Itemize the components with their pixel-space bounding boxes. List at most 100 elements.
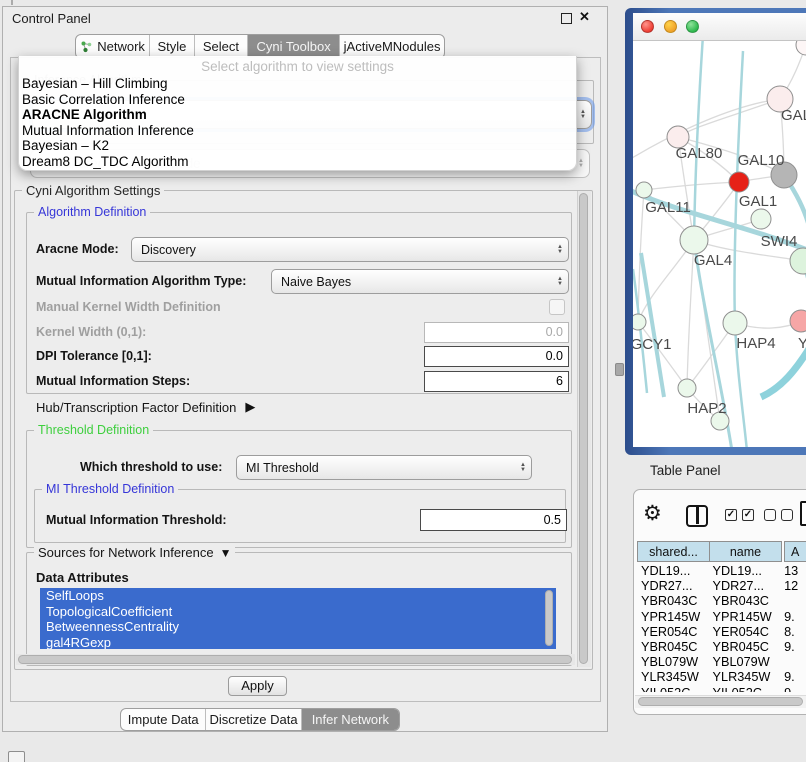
cell-shared-name: YIL052C — [637, 686, 711, 693]
node-swi4[interactable] — [790, 248, 806, 274]
zoom-window-icon[interactable] — [686, 20, 699, 33]
new-table-document-icon[interactable] — [800, 501, 806, 526]
mi-threshold-group-title: MI Threshold Definition — [42, 482, 178, 496]
manual-kernel-label: Manual Kernel Width Definition — [36, 300, 221, 314]
select-all-checkbox-icon[interactable]: ✓ — [742, 509, 754, 521]
attribute-item-selected[interactable]: SelfLoops — [40, 588, 556, 604]
attribute-item-selected[interactable]: TopologicalCoefficient — [40, 604, 556, 620]
collapsed-panel-icon[interactable] — [8, 751, 25, 762]
dropdown-item[interactable]: Dream8 DC_TDC Algorithm — [19, 154, 576, 170]
node-label: GAL1 — [739, 193, 777, 210]
cell-shared-name: YBR045C — [637, 640, 711, 655]
cell-value — [782, 594, 806, 609]
kernel-width-label: Kernel Width (0,1): — [36, 325, 146, 339]
network-window-titlebar[interactable] — [633, 13, 806, 41]
network-view-canvas[interactable]: GAL GAL80 GAL10 GAL11 GAL1 SWI4 GAL4 GCY… — [633, 41, 806, 447]
cell-value: 9. — [782, 640, 806, 655]
node-gal4[interactable] — [680, 226, 708, 254]
settings-vscrollbar-thumb[interactable] — [579, 193, 588, 664]
manual-kernel-checkbox[interactable] — [549, 299, 565, 315]
dropdown-item-selected[interactable]: ARACNE Algorithm — [19, 107, 576, 123]
tab-infer-network[interactable]: Infer Network — [301, 709, 399, 730]
node-gcy1[interactable] — [633, 314, 646, 330]
attribute-item-selected[interactable]: BetweennessCentrality — [40, 619, 556, 635]
cell-name: YER054C — [711, 625, 783, 640]
control-panel-title: Control Panel — [12, 11, 91, 26]
cell-shared-name: YBR043C — [637, 594, 711, 609]
cell-value: 9. — [782, 670, 806, 685]
table-row[interactable]: YDL19... YDL19... 13 — [637, 564, 806, 579]
column-header-name[interactable]: name — [709, 541, 782, 562]
dropdown-item[interactable]: Bayesian – Hill Climbing — [19, 76, 576, 92]
node-gal10-red[interactable] — [729, 172, 749, 192]
table-row[interactable]: YBL079W YBL079W — [637, 655, 806, 670]
attribute-item-selected[interactable]: gal4RGexp — [40, 635, 556, 650]
dropdown-item[interactable]: Mutual Information Inference — [19, 123, 576, 139]
column-header-shared-name[interactable]: shared... — [637, 541, 710, 562]
tab-cyni-toolbox[interactable]: Cyni Toolbox — [247, 35, 339, 58]
tab-select[interactable]: Select — [194, 35, 247, 58]
which-threshold-combo[interactable]: MI Threshold ▲▼ — [236, 455, 532, 480]
column-header-partial[interactable]: A — [784, 541, 806, 562]
float-panel-icon[interactable] — [561, 13, 572, 24]
mi-type-combo[interactable]: Naive Bayes ▲▼ — [271, 269, 569, 294]
node-label: GCY1 — [633, 336, 671, 353]
split-columns-icon[interactable] — [686, 505, 708, 527]
table-row[interactable]: YBR043C YBR043C — [637, 594, 806, 609]
tab-jactivemnodules[interactable]: jActiveMNodules — [339, 35, 444, 58]
top-edge-tick — [11, 0, 13, 5]
node-hap2[interactable] — [678, 379, 696, 397]
sources-group-title[interactable]: Sources for Network Inference ▼ — [34, 545, 235, 560]
node-label: GAL — [781, 107, 806, 124]
cell-shared-name: YDL19... — [637, 564, 711, 579]
close-panel-icon[interactable]: ✕ — [579, 9, 590, 25]
node-label: SWI4 — [761, 233, 798, 250]
table-body: YDL19... YDL19... 13 YDR27... YDR27... 1… — [637, 564, 806, 692]
cell-value: 9. — [782, 686, 806, 693]
select-all-checkbox-icon[interactable]: ✓ — [725, 509, 737, 521]
table-row[interactable]: YER054C YER054C 8. — [637, 625, 806, 640]
tab-network[interactable]: Network — [76, 35, 149, 58]
settings-hscrollbar-thumb[interactable] — [18, 655, 572, 664]
node-label: HAP2 — [687, 400, 726, 417]
table-row[interactable]: YIL052C YIL052C 9. — [637, 686, 806, 693]
minimize-window-icon[interactable] — [664, 20, 677, 33]
mi-threshold-label: Mutual Information Threshold: — [46, 513, 227, 527]
dropdown-item[interactable]: Bayesian – K2 — [19, 138, 576, 154]
dropdown-item[interactable]: Basic Correlation Inference — [19, 92, 576, 108]
node-gal11[interactable] — [636, 182, 652, 198]
dropdown-prompt: Select algorithm to view settings — [19, 58, 576, 76]
node-y[interactable] — [790, 310, 806, 332]
deselect-all-checkbox-icon[interactable] — [764, 509, 776, 521]
table-panel-title: Table Panel — [650, 463, 721, 478]
tab-infer-network-label: Infer Network — [312, 712, 389, 727]
panel-divider-handle[interactable] — [615, 363, 624, 376]
attributes-vscrollbar-thumb[interactable] — [545, 590, 553, 646]
mi-steps-field[interactable]: 6 — [424, 371, 569, 392]
stepper-icon: ▲▼ — [575, 110, 591, 120]
tab-select-label: Select — [203, 39, 239, 54]
mi-threshold-field[interactable]: 0.5 — [420, 509, 567, 531]
tab-impute-data[interactable]: Impute Data — [121, 709, 205, 730]
hub-definition-expander[interactable]: Hub/Transcription Factor Definition ▶ — [36, 399, 255, 415]
deselect-all-checkbox-icon[interactable] — [781, 509, 793, 521]
aracne-mode-value: Discovery — [132, 243, 552, 257]
node-gal1[interactable] — [751, 209, 771, 229]
node-hap4[interactable] — [723, 311, 747, 335]
close-window-icon[interactable] — [641, 20, 654, 33]
aracne-mode-combo[interactable]: Discovery ▲▼ — [131, 237, 569, 262]
apply-button[interactable]: Apply — [228, 676, 287, 696]
kernel-width-field[interactable]: 0.0 — [424, 322, 569, 343]
table-settings-gear-icon[interactable]: ⚙ — [643, 502, 662, 526]
table-row[interactable]: YPR145W YPR145W 9. — [637, 610, 806, 625]
dpi-tolerance-field[interactable]: 0.0 — [424, 346, 569, 367]
table-row[interactable]: YLR345W YLR345W 9. — [637, 670, 806, 685]
node-unlabeled[interactable] — [796, 41, 806, 55]
tab-style[interactable]: Style — [149, 35, 194, 58]
dpi-tolerance-label: DPI Tolerance [0,1]: — [36, 349, 152, 363]
table-row[interactable]: YDR27... YDR27... 12 — [637, 579, 806, 594]
mi-steps-label: Mutual Information Steps: — [36, 374, 190, 388]
table-hscrollbar-thumb[interactable] — [638, 697, 803, 706]
tab-discretize-data[interactable]: Discretize Data — [205, 709, 300, 730]
table-row[interactable]: YBR045C YBR045C 9. — [637, 640, 806, 655]
